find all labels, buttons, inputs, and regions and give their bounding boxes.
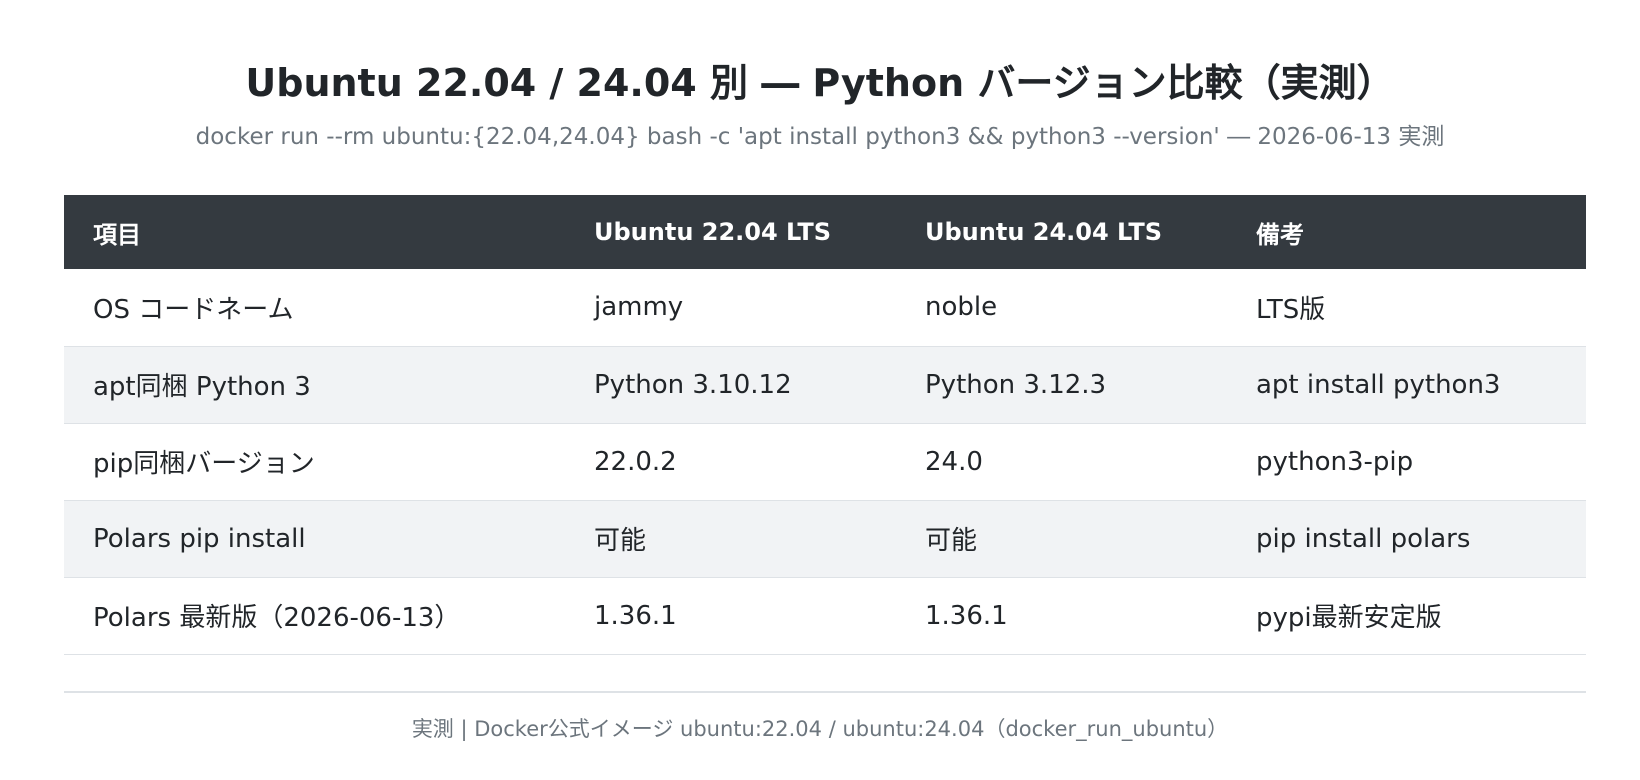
- page-title: Ubuntu 22.04 / 24.04 別 ― Python バージョン比較（…: [245, 61, 1395, 105]
- column-header-item: 項目: [93, 220, 141, 249]
- source-footer: 実測 | Docker公式イメージ ubuntu:22.04 / ubuntu:…: [411, 717, 1229, 741]
- column-header-ubuntu-2204: Ubuntu 22.04 LTS: [594, 218, 831, 246]
- table-cell: 1.36.1: [594, 600, 677, 631]
- table-cell: 可能: [925, 526, 978, 556]
- footer-divider: [64, 691, 1586, 693]
- table-cell: pypi最新安定版: [1256, 603, 1442, 633]
- table-cell: 24.0: [925, 446, 983, 477]
- table-cell: apt install python3: [1256, 369, 1501, 400]
- table-cell: noble: [925, 292, 998, 323]
- table-cell: pip install polars: [1256, 523, 1471, 554]
- table-row: OS コードネーム jammy noble LTS版: [64, 269, 1586, 346]
- table-cell: Python 3.10.12: [594, 369, 792, 400]
- table-cell: jammy: [594, 292, 684, 323]
- table-row: apt同梱 Python 3 Python 3.10.12 Python 3.1…: [64, 346, 1586, 423]
- table-cell: 22.0.2: [594, 446, 677, 477]
- table-row: Polars pip install 可能 可能 pip install pol…: [64, 500, 1586, 577]
- table-cell: apt同梱 Python 3: [93, 372, 311, 402]
- table-header-row: 項目 Ubuntu 22.04 LTS Ubuntu 24.04 LTS 備考: [64, 195, 1586, 269]
- page-subtitle: docker run --rm ubuntu:{22.04,24.04} bas…: [195, 124, 1445, 150]
- table-cell: python3-pip: [1256, 446, 1414, 477]
- table-cell: Python 3.12.3: [925, 369, 1107, 400]
- page: Ubuntu 22.04 / 24.04 別 ― Python バージョン比較（…: [0, 0, 1640, 780]
- table-cell: 可能: [594, 526, 647, 556]
- column-header-ubuntu-2404: Ubuntu 24.04 LTS: [925, 218, 1162, 246]
- table-row: Polars 最新版（2026-06-13） 1.36.1 1.36.1 pyp…: [64, 577, 1586, 654]
- table-row: pip同梱バージョン 22.0.2 24.0 python3-pip: [64, 423, 1586, 500]
- table-cell: Polars pip install: [93, 523, 306, 554]
- table-cell: Polars 最新版（2026-06-13）: [93, 603, 461, 633]
- column-header-notes: 備考: [1256, 220, 1304, 249]
- table-cell: OS コードネーム: [93, 294, 294, 325]
- comparison-table: 項目 Ubuntu 22.04 LTS Ubuntu 24.04 LTS 備考 …: [64, 195, 1586, 655]
- table-cell: pip同梱バージョン: [93, 449, 315, 479]
- table-cell: 1.36.1: [925, 600, 1008, 631]
- table-cell: LTS版: [1256, 294, 1326, 325]
